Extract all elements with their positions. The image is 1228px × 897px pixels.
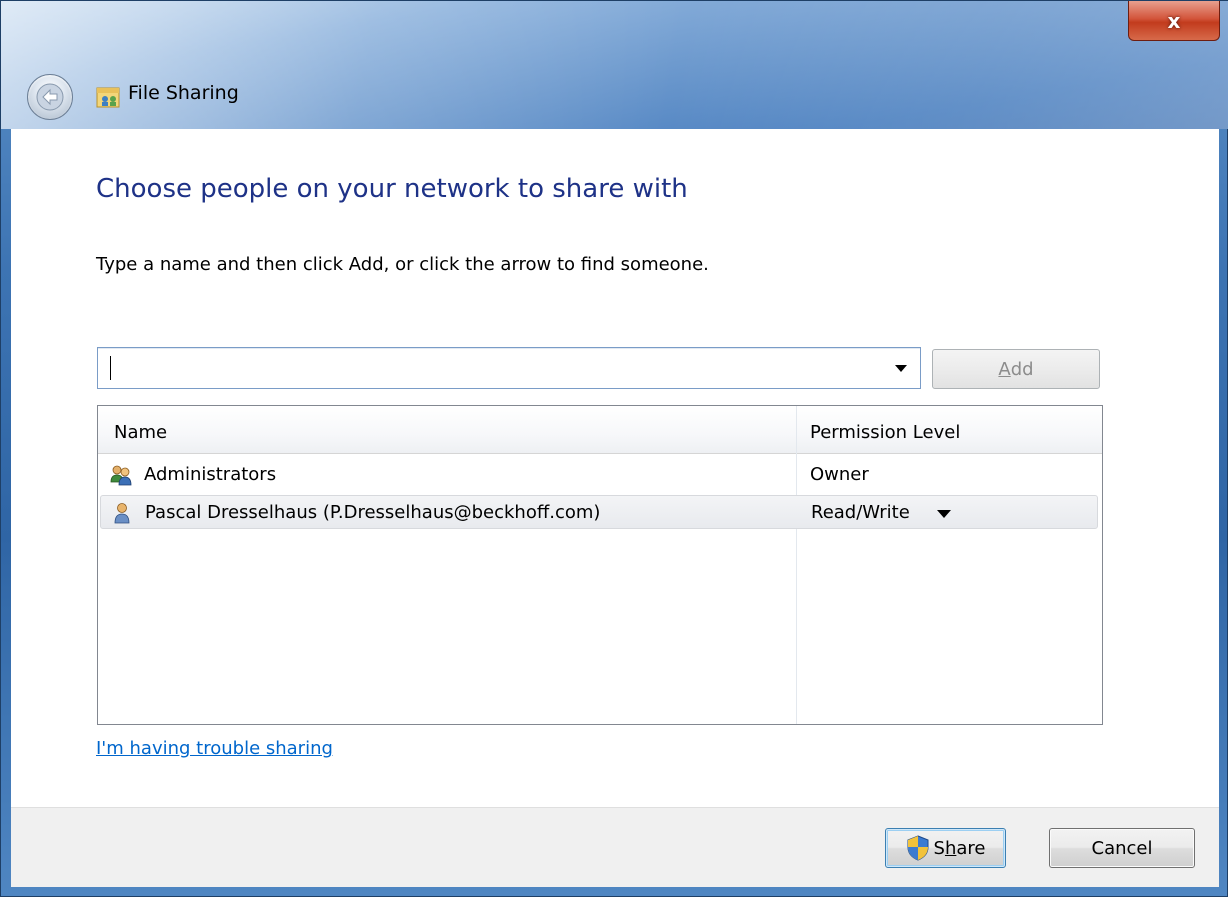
window-title: File Sharing	[128, 82, 239, 104]
back-arrow-icon	[36, 83, 64, 111]
text-caret	[110, 356, 111, 380]
back-button[interactable]	[27, 74, 73, 120]
name-input[interactable]	[114, 348, 874, 388]
column-header-name[interactable]: Name	[114, 422, 167, 443]
user-icon	[114, 503, 130, 524]
button-bar	[11, 807, 1219, 887]
page-heading: Choose people on your network to share w…	[96, 174, 688, 204]
add-accelerator: A	[998, 358, 1011, 380]
users-group-icon	[110, 465, 132, 486]
close-icon: x	[1167, 8, 1181, 33]
window-frame: x File Sharing Choose people on your net…	[0, 0, 1228, 897]
dropdown-arrow-icon[interactable]	[895, 365, 907, 372]
uac-shield-icon	[907, 835, 929, 861]
file-sharing-icon	[96, 87, 120, 108]
close-button[interactable]: x	[1128, 1, 1220, 41]
permission-dropdown-arrow-icon[interactable]	[937, 510, 951, 518]
name-combobox[interactable]	[97, 347, 921, 389]
add-button[interactable]: Add	[932, 349, 1100, 389]
row-name: Pascal Dresselhaus (P.Dresselhaus@beckho…	[145, 502, 601, 523]
row-name: Administrators	[144, 464, 277, 485]
trouble-sharing-link[interactable]: I'm having trouble sharing	[96, 738, 333, 759]
share-accelerator: h	[944, 837, 957, 859]
sharing-list[interactable]: Name Permission Level Administrators Own…	[97, 405, 1103, 725]
list-row-pascal[interactable]: Pascal Dresselhaus (P.Dresselhaus@beckho…	[100, 495, 1098, 529]
column-divider	[796, 406, 797, 724]
column-header-permission[interactable]: Permission Level	[810, 422, 960, 443]
instruction-text: Type a name and then click Add, or click…	[96, 254, 709, 275]
list-header: Name Permission Level	[98, 406, 1102, 454]
cancel-button[interactable]: Cancel	[1049, 828, 1195, 868]
row-permission: Owner	[810, 464, 869, 485]
permission-dropdown[interactable]: Read/Write	[811, 502, 910, 523]
list-row-administrators[interactable]: Administrators Owner	[100, 458, 1098, 492]
share-button[interactable]: Sh are	[885, 828, 1006, 868]
